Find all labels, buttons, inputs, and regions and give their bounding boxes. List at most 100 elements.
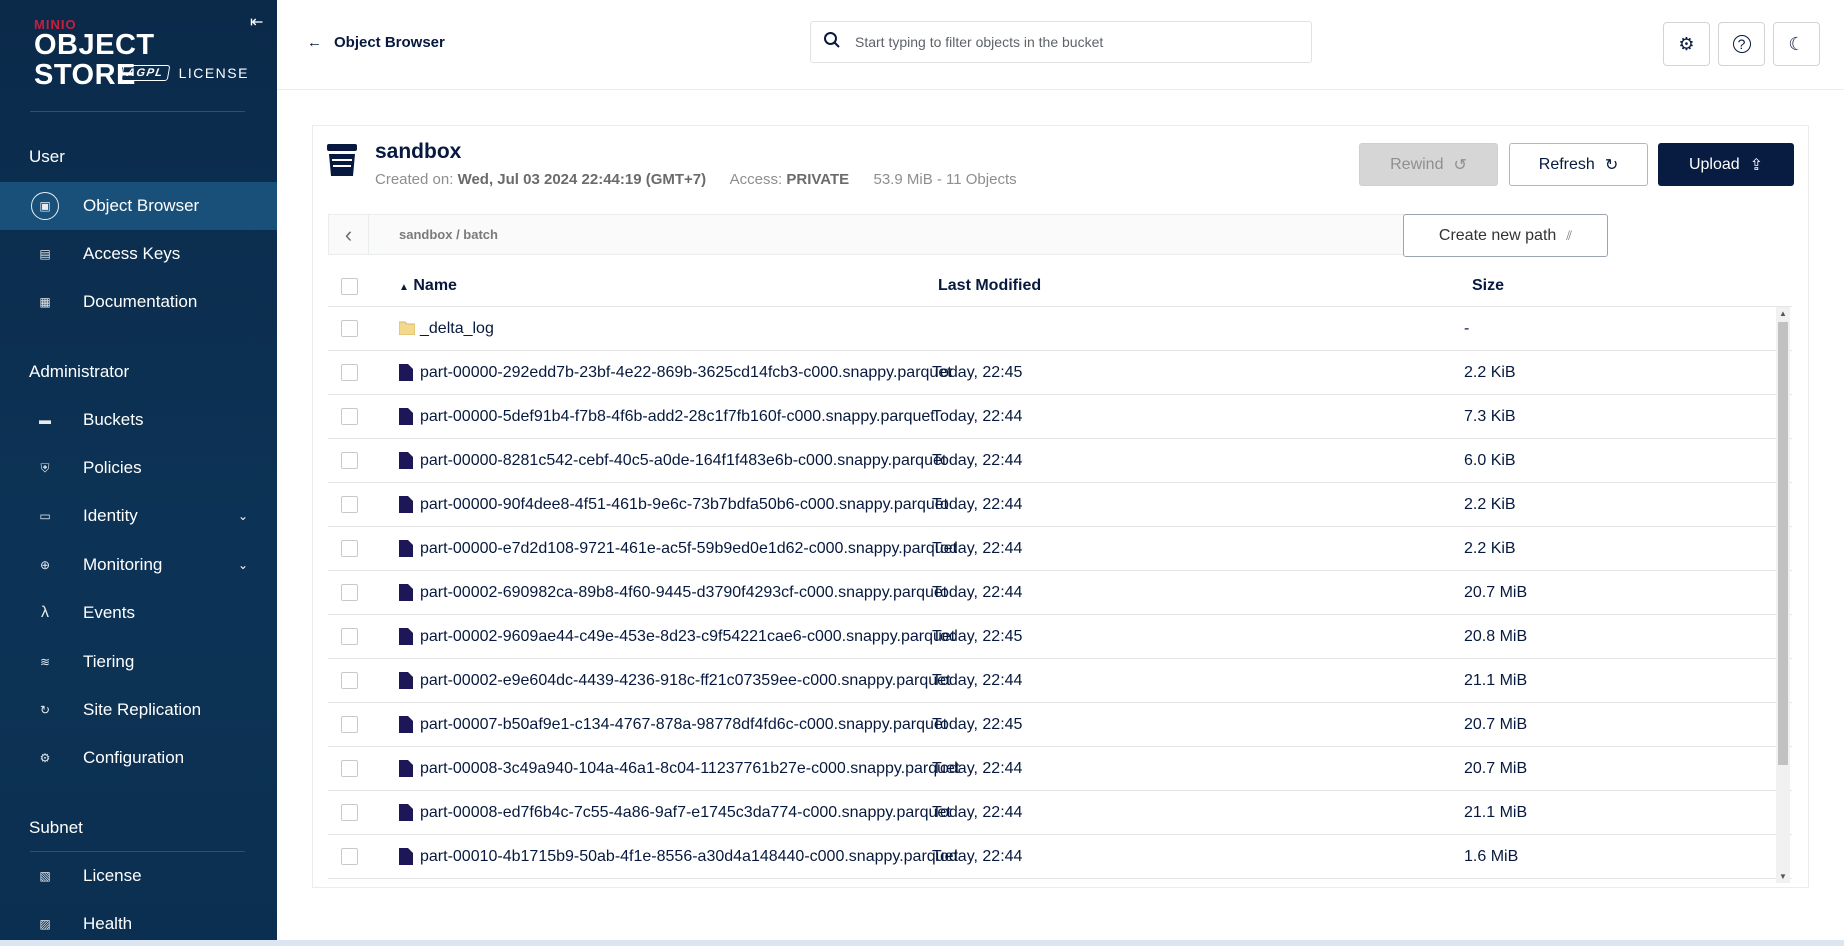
object-size: 2.2 KiB <box>1464 364 1516 381</box>
sort-asc-icon: ▲ <box>399 282 409 293</box>
object-modified: Today, 22:44 <box>932 760 1023 777</box>
help-icon: ? <box>1732 35 1751 53</box>
upload-button[interactable]: Upload ⇪ <box>1658 143 1794 186</box>
sidebar-item-label: Documentation <box>83 292 198 311</box>
documentation-icon: ▦ <box>39 295 51 309</box>
scroll-up-arrow-icon[interactable]: ▲ <box>1779 309 1787 318</box>
section-title-subnet: Subnet <box>29 818 83 837</box>
sidebar-item-buckets[interactable]: ▬ Buckets <box>0 396 277 444</box>
access-label: Access: <box>729 171 783 188</box>
select-all-checkbox[interactable] <box>341 278 358 295</box>
create-new-path-button[interactable]: Create new path ⫽ <box>1403 214 1608 257</box>
rewind-button[interactable]: Rewind ↺ <box>1359 143 1498 186</box>
rewind-label: Rewind <box>1390 155 1444 173</box>
tiering-icon: ≋ <box>39 655 51 669</box>
table-row[interactable]: part-00000-8281c542-cebf-40c5-a0de-164f1… <box>328 439 1792 483</box>
sidebar-item-configuration[interactable]: ⚙ Configuration <box>0 734 277 782</box>
chevron-down-icon[interactable]: ⌄ <box>238 509 248 523</box>
access-keys-icon: ▤ <box>39 247 51 261</box>
sidebar: MINIO OBJECT STORE AGPL LICENSE ⇤ User ▣… <box>0 0 277 946</box>
table-row[interactable]: _delta_log - <box>328 307 1792 351</box>
sidebar-item-tiering[interactable]: ≋ Tiering <box>0 638 277 686</box>
chevron-down-icon[interactable]: ⌄ <box>238 558 248 572</box>
breadcrumb[interactable]: sandbox / batch <box>399 227 498 242</box>
row-checkbox[interactable] <box>341 408 358 425</box>
table-row[interactable]: part-00000-292edd7b-23bf-4e22-869b-3625c… <box>328 351 1792 395</box>
object-modified: Today, 22:44 <box>932 804 1023 821</box>
file-icon <box>399 496 413 518</box>
sidebar-item-documentation[interactable]: ▦ Documentation <box>0 278 277 326</box>
row-checkbox[interactable] <box>341 848 358 865</box>
table-row[interactable]: part-00000-5def91b4-f7b8-4f6b-add2-28c1f… <box>328 395 1792 439</box>
sidebar-item-identity[interactable]: ▭ Identity ⌄ <box>0 492 277 540</box>
settings-button[interactable]: ⚙ <box>1663 22 1710 66</box>
sidebar-item-label: Events <box>83 603 135 622</box>
table-row[interactable]: part-00002-e9e604dc-4439-4236-918c-ff21c… <box>328 659 1792 703</box>
row-checkbox[interactable] <box>341 540 358 557</box>
row-checkbox[interactable] <box>341 320 358 337</box>
table-row[interactable]: part-00002-9609ae44-c49e-453e-8d23-c9f54… <box>328 615 1792 659</box>
table-row[interactable]: part-00002-690982ca-89b8-4f60-9445-d3790… <box>328 571 1792 615</box>
sidebar-item-monitoring[interactable]: ⊕ Monitoring ⌄ <box>0 541 277 589</box>
file-icon <box>399 804 413 826</box>
row-checkbox[interactable] <box>341 760 358 777</box>
row-checkbox[interactable] <box>341 496 358 513</box>
row-checkbox[interactable] <box>341 584 358 601</box>
sort-name-header[interactable]: ▲ Name <box>399 277 457 295</box>
column-header-last-modified[interactable]: Last Modified <box>938 277 1041 295</box>
sidebar-item-license[interactable]: ▧ License <box>0 852 277 900</box>
main-content: ← Object Browser ⚙ ? ☾ sandbox Created o… <box>277 0 1844 946</box>
row-checkbox[interactable] <box>341 628 358 645</box>
object-name: part-00008-ed7f6b4c-7c55-4a86-9af7-e1745… <box>420 804 951 821</box>
object-modified: Today, 22:44 <box>932 408 1023 425</box>
vertical-scrollbar[interactable]: ▲ ▼ <box>1776 307 1790 883</box>
sidebar-item-site-replication[interactable]: ↻ Site Replication <box>0 686 277 734</box>
object-name: part-00000-8281c542-cebf-40c5-a0de-164f1… <box>420 452 947 469</box>
table-row[interactable]: part-00008-ed7f6b4c-7c55-4a86-9af7-e1745… <box>328 791 1792 835</box>
row-checkbox[interactable] <box>341 804 358 821</box>
refresh-button[interactable]: Refresh ↻ <box>1509 143 1648 186</box>
sidebar-item-access-keys[interactable]: ▤ Access Keys <box>0 230 277 278</box>
object-modified: Today, 22:44 <box>932 848 1023 865</box>
file-icon <box>399 408 413 430</box>
sidebar-item-label: Health <box>83 914 133 933</box>
row-checkbox[interactable] <box>341 364 358 381</box>
object-size: 20.7 MiB <box>1464 760 1528 777</box>
table-row[interactable]: part-00010-4b1715b9-50ab-4f1e-8556-a30d4… <box>328 835 1792 879</box>
search-box[interactable] <box>810 21 1312 63</box>
help-button[interactable]: ? <box>1718 22 1765 66</box>
sidebar-item-label: Buckets <box>83 410 144 429</box>
scrollbar-thumb[interactable] <box>1778 322 1788 765</box>
sidebar-item-object-browser[interactable]: ▣ Object Browser <box>0 182 277 230</box>
table-row[interactable]: part-00000-90f4dee8-4f51-461b-9e6c-73b7b… <box>328 483 1792 527</box>
row-checkbox[interactable] <box>341 716 358 733</box>
column-header-size[interactable]: Size <box>1472 277 1504 295</box>
collapse-sidebar-icon[interactable]: ⇤ <box>250 12 263 32</box>
back-to-object-browser[interactable]: ← Object Browser <box>307 34 445 51</box>
logo-license: AGPL LICENSE <box>120 65 249 81</box>
row-checkbox[interactable] <box>341 672 358 689</box>
object-size: 6.0 KiB <box>1464 452 1516 469</box>
object-size: 2.2 KiB <box>1464 540 1516 557</box>
sidebar-item-policies[interactable]: ⛨ Policies <box>0 444 277 492</box>
object-modified: Today, 22:44 <box>932 540 1023 557</box>
dark-mode-button[interactable]: ☾ <box>1773 22 1820 66</box>
table-row[interactable]: part-00008-3c49a940-104a-46a1-8c04-11237… <box>328 747 1792 791</box>
created-label: Created on: <box>375 171 454 188</box>
gear-icon: ⚙ <box>1678 33 1695 54</box>
minio-logo[interactable]: MINIO OBJECT STORE AGPL LICENSE <box>34 17 254 90</box>
row-checkbox[interactable] <box>341 452 358 469</box>
history-icon: ↺ <box>1453 156 1467 174</box>
upload-icon: ⇪ <box>1749 156 1764 174</box>
scroll-down-arrow-icon[interactable]: ▼ <box>1779 872 1787 881</box>
object-size: 20.7 MiB <box>1464 584 1528 601</box>
table-row[interactable]: part-00007-b50af9e1-c134-4767-878a-98778… <box>328 703 1792 747</box>
sidebar-item-events[interactable]: λ Events <box>0 589 277 637</box>
bucket-usage: 53.9 MiB - 11 Objects <box>873 171 1017 188</box>
search-input[interactable] <box>853 33 1293 51</box>
path-back-button[interactable]: ‹ <box>329 215 369 254</box>
moon-icon: ☾ <box>1788 33 1805 54</box>
create-new-path-label: Create new path <box>1438 226 1557 244</box>
back-label: Object Browser <box>334 34 445 51</box>
table-row[interactable]: part-00000-e7d2d108-9721-461e-ac5f-59b9e… <box>328 527 1792 571</box>
